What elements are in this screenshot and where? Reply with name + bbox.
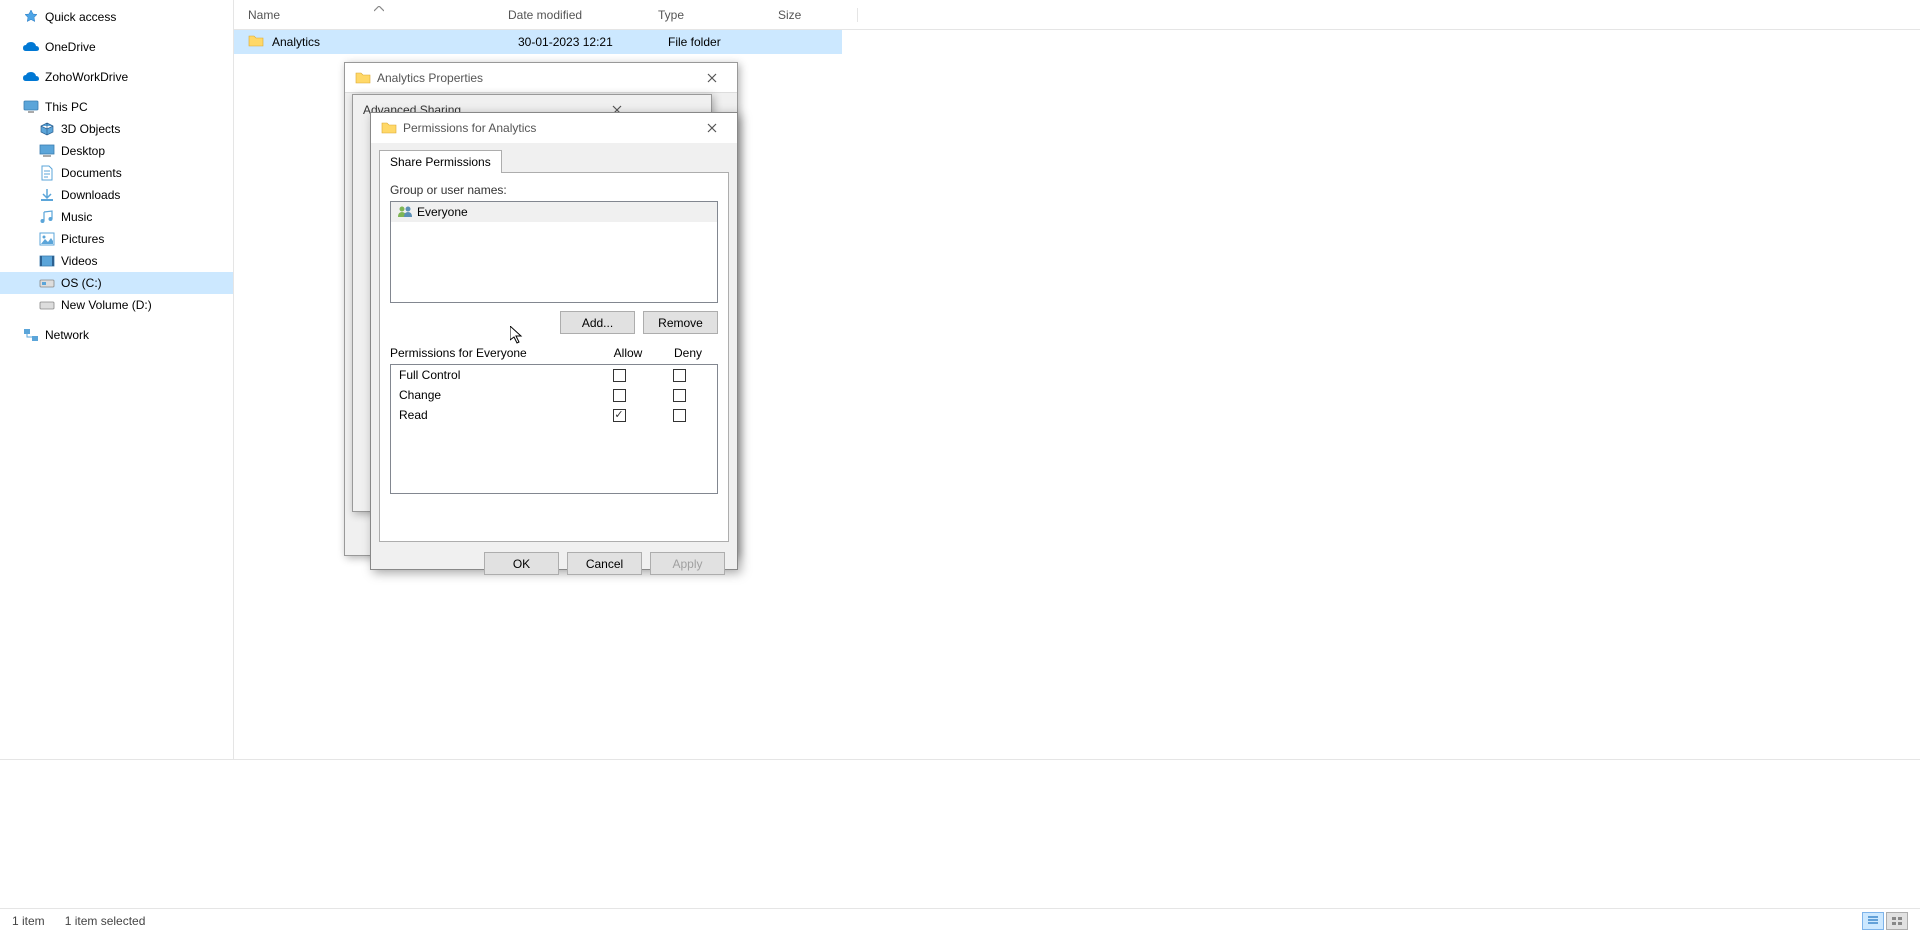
- cube-icon: [38, 120, 56, 138]
- tree-music[interactable]: Music: [0, 206, 233, 228]
- add-button[interactable]: Add...: [560, 311, 635, 334]
- cloud-icon: [22, 68, 40, 86]
- permissions-title-bar[interactable]: Permissions for Analytics: [371, 113, 737, 143]
- tree-videos[interactable]: Videos: [0, 250, 233, 272]
- tree-label: OS (C:): [61, 276, 102, 290]
- desktop-icon: [38, 142, 56, 160]
- column-size[interactable]: Size: [778, 8, 858, 22]
- folder-icon: [355, 70, 371, 86]
- permissions-list: Full Control Change Read: [390, 364, 718, 494]
- group-icon: [397, 205, 413, 219]
- tree-downloads[interactable]: Downloads: [0, 184, 233, 206]
- permissions-dialog: Permissions for Analytics Share Permissi…: [370, 112, 738, 570]
- tree-drive-c[interactable]: OS (C:): [0, 272, 233, 294]
- view-details-button[interactable]: [1862, 912, 1884, 930]
- deny-checkbox[interactable]: [673, 389, 686, 402]
- selected-count: 1 item selected: [65, 914, 146, 928]
- tree-documents[interactable]: Documents: [0, 162, 233, 184]
- music-icon: [38, 208, 56, 226]
- user-everyone[interactable]: Everyone: [391, 202, 717, 222]
- tree-zohoworkdrive[interactable]: ZohoWorkDrive: [0, 66, 233, 88]
- folder-icon: [248, 33, 266, 51]
- column-name[interactable]: Name: [248, 8, 508, 22]
- properties-title-bar[interactable]: Analytics Properties: [345, 63, 737, 93]
- tree-label: 3D Objects: [61, 122, 120, 136]
- tree-pictures[interactable]: Pictures: [0, 228, 233, 250]
- allow-checkbox[interactable]: [613, 389, 626, 402]
- tree-label: Documents: [61, 166, 122, 180]
- perm-name: Full Control: [399, 368, 589, 382]
- perm-row-full-control: Full Control: [391, 365, 717, 385]
- tab-panel: Group or user names: Everyone Add... Rem…: [379, 172, 729, 542]
- pc-icon: [22, 98, 40, 116]
- download-icon: [38, 186, 56, 204]
- drive-icon: [38, 296, 56, 314]
- share-permissions-tab[interactable]: Share Permissions: [379, 150, 502, 173]
- user-name: Everyone: [417, 205, 468, 219]
- column-type[interactable]: Type: [658, 8, 778, 22]
- tree-label: Downloads: [61, 188, 120, 202]
- users-listbox[interactable]: Everyone: [390, 201, 718, 303]
- group-users-label: Group or user names:: [390, 183, 718, 197]
- document-icon: [38, 164, 56, 182]
- tree-label: Desktop: [61, 144, 105, 158]
- remove-button[interactable]: Remove: [643, 311, 718, 334]
- tree-label: New Volume (D:): [61, 298, 152, 312]
- star-icon: [22, 8, 40, 26]
- deny-checkbox[interactable]: [673, 409, 686, 422]
- deny-header: Deny: [658, 346, 718, 360]
- column-headers: Name Date modified Type Size: [234, 0, 1920, 30]
- tree-label: Network: [45, 328, 89, 342]
- allow-header: Allow: [598, 346, 658, 360]
- tree-drive-d[interactable]: New Volume (D:): [0, 294, 233, 316]
- tree-label: This PC: [45, 100, 88, 114]
- cancel-button[interactable]: Cancel: [567, 552, 642, 575]
- video-icon: [38, 252, 56, 270]
- tree-3d-objects[interactable]: 3D Objects: [0, 118, 233, 140]
- permissions-title: Permissions for Analytics: [403, 121, 697, 135]
- tree-label: Quick access: [45, 10, 116, 24]
- tree-label: Videos: [61, 254, 97, 268]
- network-icon: [22, 326, 40, 344]
- tree-label: OneDrive: [45, 40, 96, 54]
- column-date[interactable]: Date modified: [508, 8, 658, 22]
- tree-desktop[interactable]: Desktop: [0, 140, 233, 162]
- drive-icon: [38, 274, 56, 292]
- view-icons-button[interactable]: [1886, 912, 1908, 930]
- close-icon[interactable]: [697, 116, 727, 140]
- deny-checkbox[interactable]: [673, 369, 686, 382]
- tree-label: Music: [61, 210, 92, 224]
- item-count: 1 item: [12, 914, 45, 928]
- tree-this-pc[interactable]: This PC: [0, 96, 233, 118]
- perm-row-change: Change: [391, 385, 717, 405]
- file-name: Analytics: [272, 35, 518, 49]
- pictures-icon: [38, 230, 56, 248]
- allow-checkbox[interactable]: [613, 409, 626, 422]
- tree-quick-access[interactable]: Quick access: [0, 6, 233, 28]
- file-type: File folder: [668, 35, 788, 49]
- properties-title: Analytics Properties: [377, 71, 697, 85]
- navigation-tree: Quick access OneDrive ZohoWorkDrive This…: [0, 0, 234, 759]
- file-date: 30-01-2023 12:21: [518, 35, 668, 49]
- tree-network[interactable]: Network: [0, 324, 233, 346]
- permissions-for-label: Permissions for Everyone: [390, 346, 598, 360]
- folder-icon: [381, 120, 397, 136]
- tree-label: Pictures: [61, 232, 104, 246]
- allow-checkbox[interactable]: [613, 369, 626, 382]
- ok-button[interactable]: OK: [484, 552, 559, 575]
- perm-row-read: Read: [391, 405, 717, 425]
- perm-name: Read: [399, 408, 589, 422]
- cloud-icon: [22, 38, 40, 56]
- apply-button[interactable]: Apply: [650, 552, 725, 575]
- tree-label: ZohoWorkDrive: [45, 70, 128, 84]
- tree-onedrive[interactable]: OneDrive: [0, 36, 233, 58]
- status-bar: 1 item 1 item selected: [0, 908, 1920, 932]
- file-row[interactable]: Analytics 30-01-2023 12:21 File folder: [234, 30, 842, 54]
- close-icon[interactable]: [697, 66, 727, 90]
- perm-name: Change: [399, 388, 589, 402]
